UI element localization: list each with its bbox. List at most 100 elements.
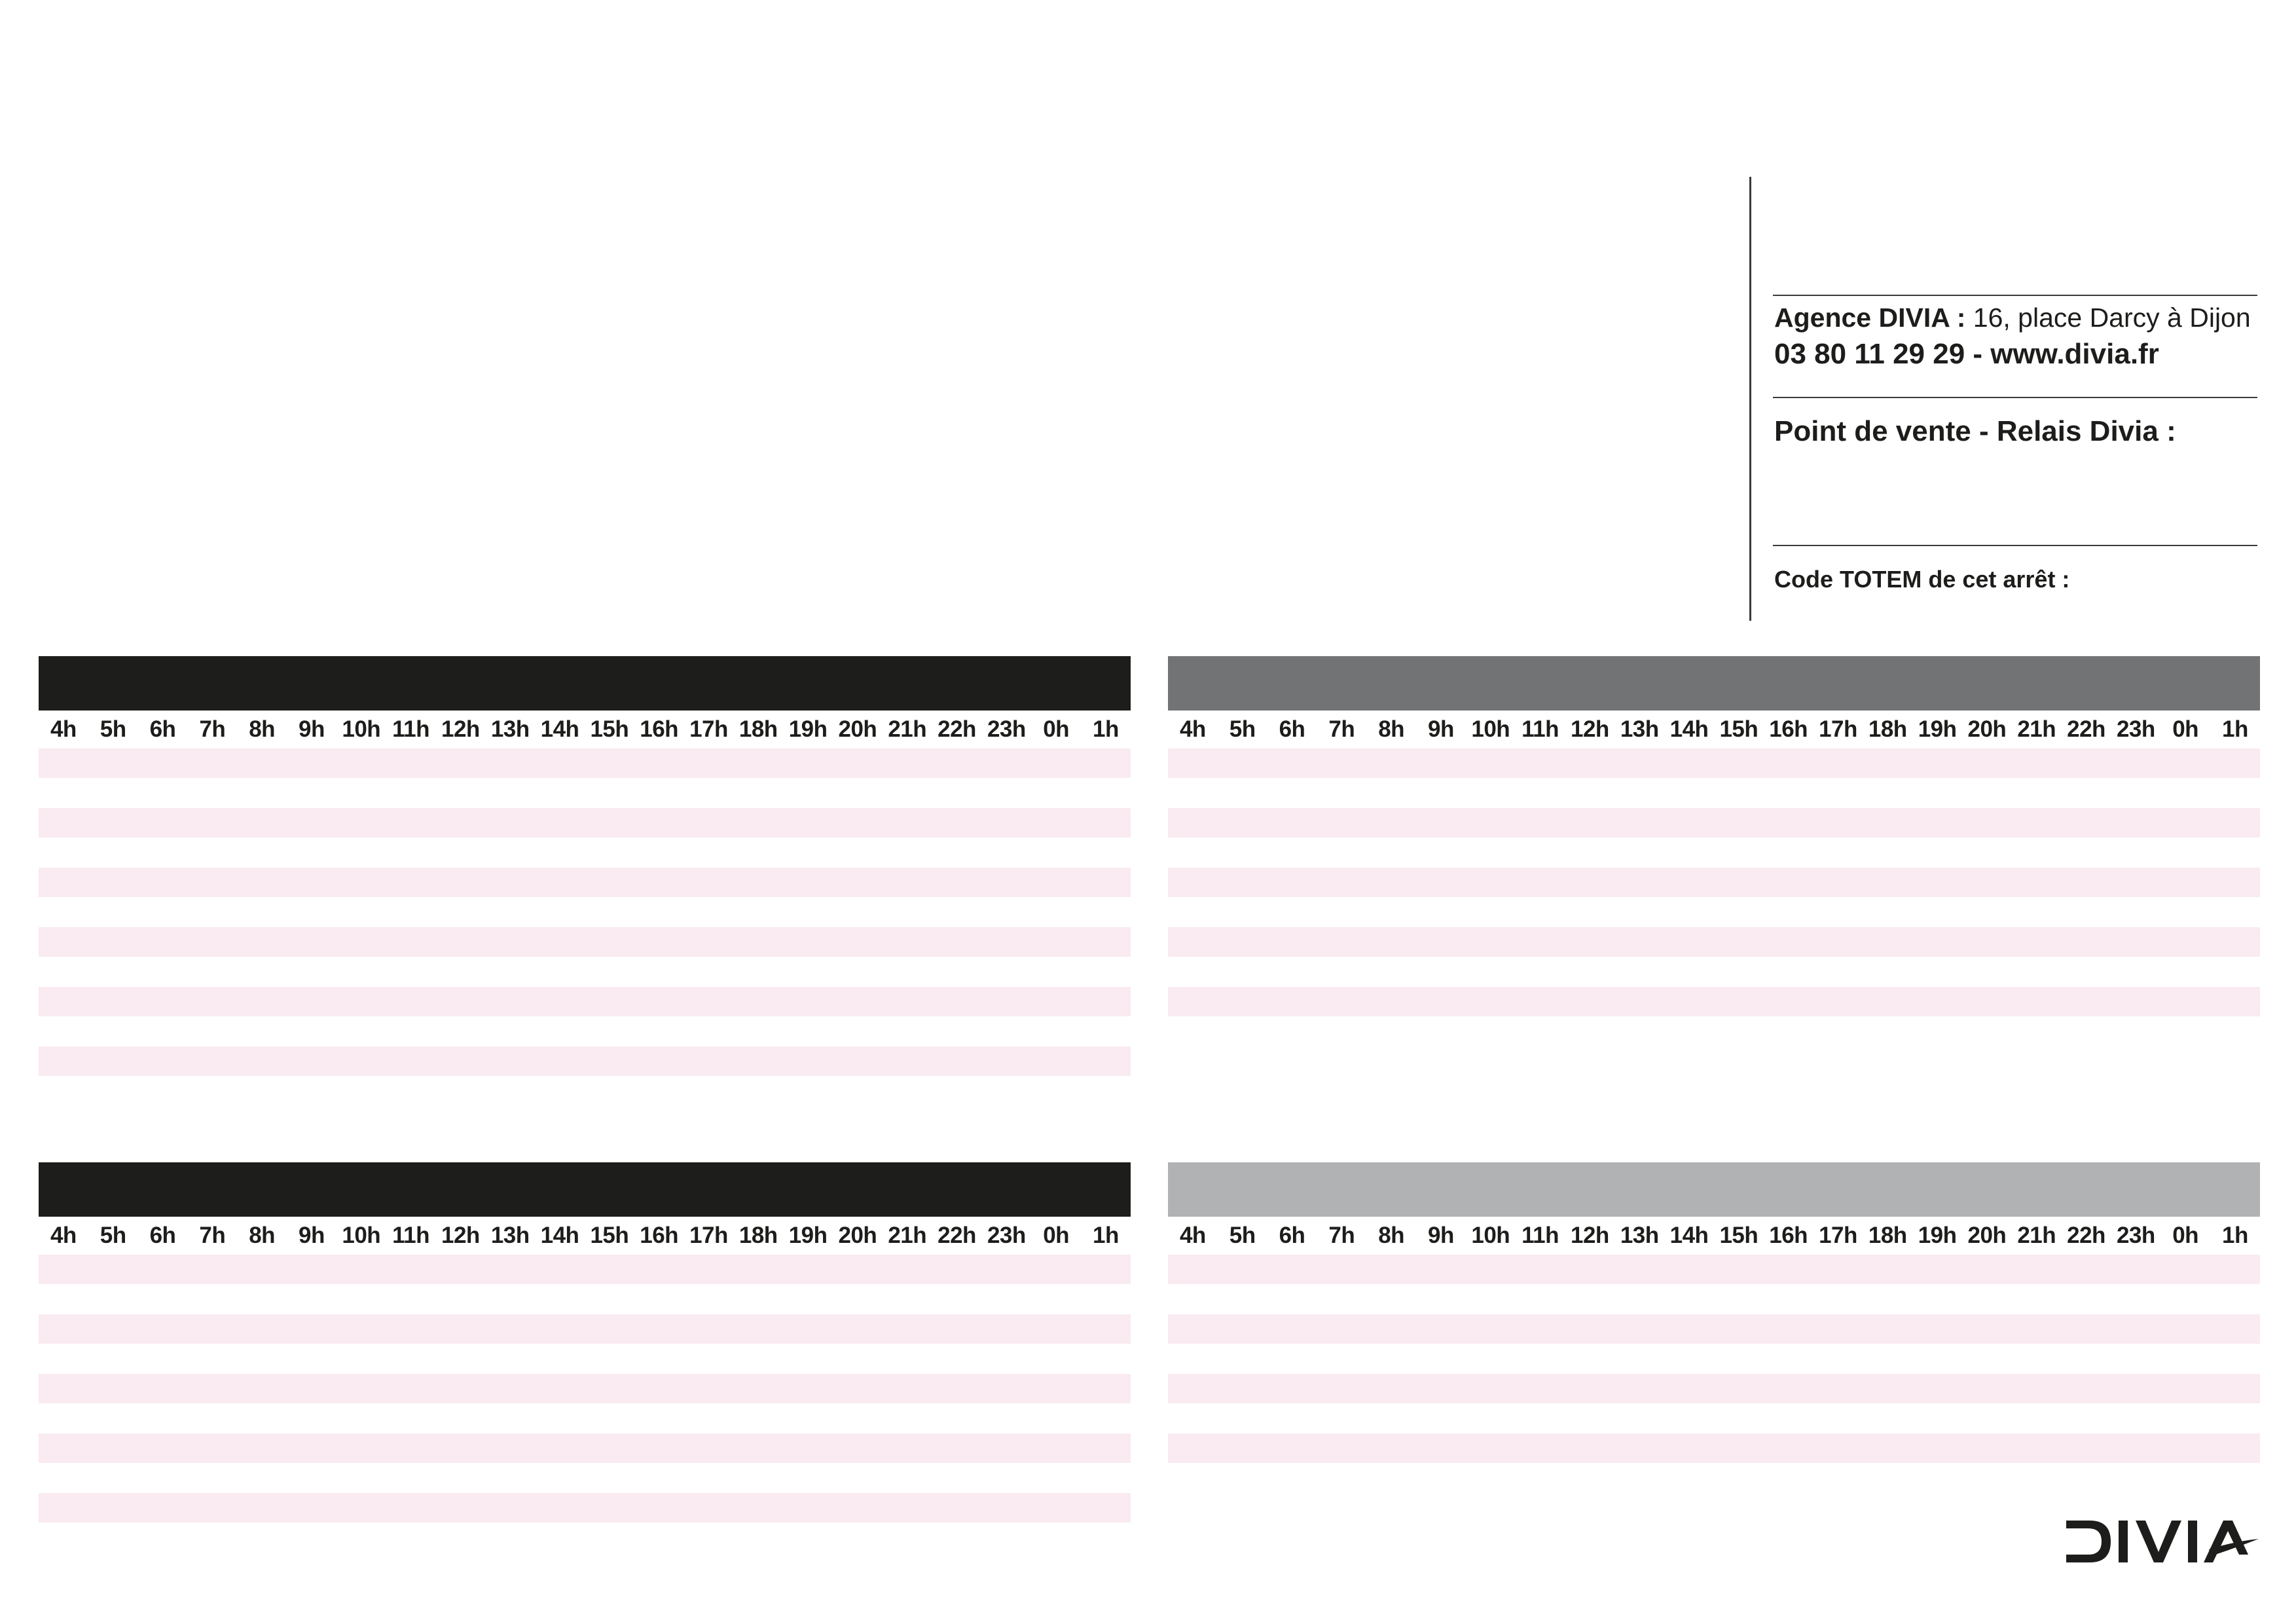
timetable-rows xyxy=(1168,748,2260,1016)
panel-header xyxy=(1168,1162,2260,1217)
hour-label: 0h xyxy=(2172,716,2199,742)
info-divider-2 xyxy=(1773,397,2257,398)
hour-label: 13h xyxy=(1620,1223,1659,1248)
hour-label: 19h xyxy=(788,1223,828,1248)
hour-label: 16h xyxy=(1769,716,1808,742)
agency-label: Agence DIVIA : xyxy=(1774,303,1966,333)
hour-label: 6h xyxy=(149,1223,176,1248)
hour-label: 23h xyxy=(987,716,1026,742)
hour-label: 18h xyxy=(1868,1223,1907,1248)
hour-label: 17h xyxy=(689,716,728,742)
panel-header xyxy=(39,1162,1131,1217)
hour-label: 16h xyxy=(640,1223,679,1248)
hour-label: 11h xyxy=(392,1223,430,1248)
hour-label: 4h xyxy=(1179,1223,1206,1248)
timetable-row xyxy=(39,748,1131,778)
agency-address: 16, place Darcy à Dijon xyxy=(1973,303,2251,333)
hour-label: 23h xyxy=(2116,716,2155,742)
hour-label: 4h xyxy=(50,1223,77,1248)
timetable-row xyxy=(1168,1255,2260,1284)
timetable-row xyxy=(1168,808,2260,838)
hour-label: 19h xyxy=(1918,1223,1957,1248)
hour-label: 14h xyxy=(540,716,579,742)
hour-label: 4h xyxy=(50,716,77,742)
hour-label: 10h xyxy=(1471,716,1510,742)
hour-label: 7h xyxy=(199,1223,226,1248)
hour-label: 12h xyxy=(1571,1223,1609,1248)
timetable-row xyxy=(39,808,1131,838)
totem-code-label: Code TOTEM de cet arrêt : xyxy=(1774,566,2070,593)
hour-label: 10h xyxy=(342,716,381,742)
timetable-row xyxy=(39,1493,1131,1522)
hour-label: 5h xyxy=(1229,716,1256,742)
divia-logo-icon xyxy=(2066,1521,2259,1562)
hour-label: 10h xyxy=(342,1223,381,1248)
hour-label: 7h xyxy=(1328,716,1355,742)
info-divider-3 xyxy=(1773,545,2257,546)
hour-label: 1h xyxy=(1093,716,1119,742)
timetable-row xyxy=(39,868,1131,897)
timetable-panel-top-right: 4h 5h 6h 7h 8h 9h 10h 11h 12h 13h 14h 15h 16h 17h 18h 1… xyxy=(1168,656,2260,1046)
hour-label: 4h xyxy=(1179,716,1206,742)
hour-label: 8h xyxy=(1378,1223,1405,1248)
hour-label: 6h xyxy=(1279,716,1305,742)
timetable-row xyxy=(1168,1374,2260,1403)
hour-label: 13h xyxy=(1620,716,1659,742)
hour-label: 1h xyxy=(2222,716,2248,742)
timetable-panel-bottom-right: 4h 5h 6h 7h 8h 9h 10h 11h 12h 13h 14h 15h 16h 17h 18h 1… xyxy=(1168,1162,2260,1493)
hour-label: 19h xyxy=(788,716,828,742)
hour-label: 8h xyxy=(249,1223,276,1248)
hour-label: 18h xyxy=(738,716,778,742)
hour-label: 13h xyxy=(490,1223,530,1248)
hour-scale: 4h 5h 6h 7h 8h 9h 10h 11h 12h 13h 14h 15h 16h 17h 18h 1… xyxy=(39,710,1131,748)
hour-label: 0h xyxy=(1043,1223,1070,1248)
timetable-rows xyxy=(39,748,1131,1076)
hour-scale: 4h 5h 6h 7h 8h 9h 10h 11h 12h 13h 14h 15h 16h 17h 18h 1… xyxy=(1168,1217,2260,1255)
info-divider-1 xyxy=(1773,295,2257,296)
hour-label: 21h xyxy=(888,1223,927,1248)
hour-label: 15h xyxy=(1719,1223,1758,1248)
hour-label: 10h xyxy=(1471,1223,1510,1248)
hour-label: 16h xyxy=(1769,1223,1808,1248)
hour-label: 9h xyxy=(1428,1223,1454,1248)
hour-label: 5h xyxy=(100,1223,126,1248)
timetable-row xyxy=(39,1314,1131,1344)
agency-line: Agence DIVIA : 16, place Darcy à Dijon xyxy=(1774,303,2251,333)
hour-label: 8h xyxy=(1378,716,1405,742)
hour-label: 15h xyxy=(1719,716,1758,742)
hour-label: 9h xyxy=(299,1223,325,1248)
hour-label: 22h xyxy=(938,716,976,742)
hour-label: 7h xyxy=(199,716,226,742)
hour-label: 20h xyxy=(1967,716,2007,742)
timetable-row xyxy=(39,1255,1131,1284)
hour-label: 12h xyxy=(441,716,480,742)
hour-label: 6h xyxy=(149,716,176,742)
hour-scale: 4h 5h 6h 7h 8h 9h 10h 11h 12h 13h 14h 15h 16h 17h 18h 1… xyxy=(1168,710,2260,748)
hour-label: 1h xyxy=(2222,1223,2248,1248)
hour-label: 1h xyxy=(1093,1223,1119,1248)
hour-label: 21h xyxy=(2017,716,2056,742)
hour-label: 21h xyxy=(888,716,927,742)
hour-label: 21h xyxy=(2017,1223,2056,1248)
hour-label: 23h xyxy=(987,1223,1026,1248)
sales-point-label: Point de vente - Relais Divia : xyxy=(1774,415,2176,447)
hour-label: 20h xyxy=(838,1223,877,1248)
agency-contact: 03 80 11 29 29 - www.divia.fr xyxy=(1774,338,2159,370)
hour-label: 20h xyxy=(1967,1223,2007,1248)
hour-label: 0h xyxy=(2172,1223,2199,1248)
hour-label: 11h xyxy=(1522,1223,1559,1248)
hour-label: 19h xyxy=(1918,716,1957,742)
hour-label: 14h xyxy=(1669,716,1709,742)
hour-label: 17h xyxy=(1819,1223,1857,1248)
timetable-row xyxy=(1168,987,2260,1016)
timetable-rows xyxy=(1168,1255,2260,1463)
timetable-row xyxy=(1168,868,2260,897)
hour-label: 5h xyxy=(100,716,126,742)
timetable-row xyxy=(39,987,1131,1016)
hour-label: 22h xyxy=(2067,1223,2105,1248)
hour-label: 22h xyxy=(938,1223,976,1248)
hour-label: 11h xyxy=(1522,716,1559,742)
panel-header xyxy=(1168,656,2260,710)
timetable-panel-top-left: 4h 5h 6h 7h 8h 9h 10h 11h 12h 13h 14h 15h 16h 17h 18h 1… xyxy=(39,656,1131,1106)
hour-label: 9h xyxy=(299,716,325,742)
